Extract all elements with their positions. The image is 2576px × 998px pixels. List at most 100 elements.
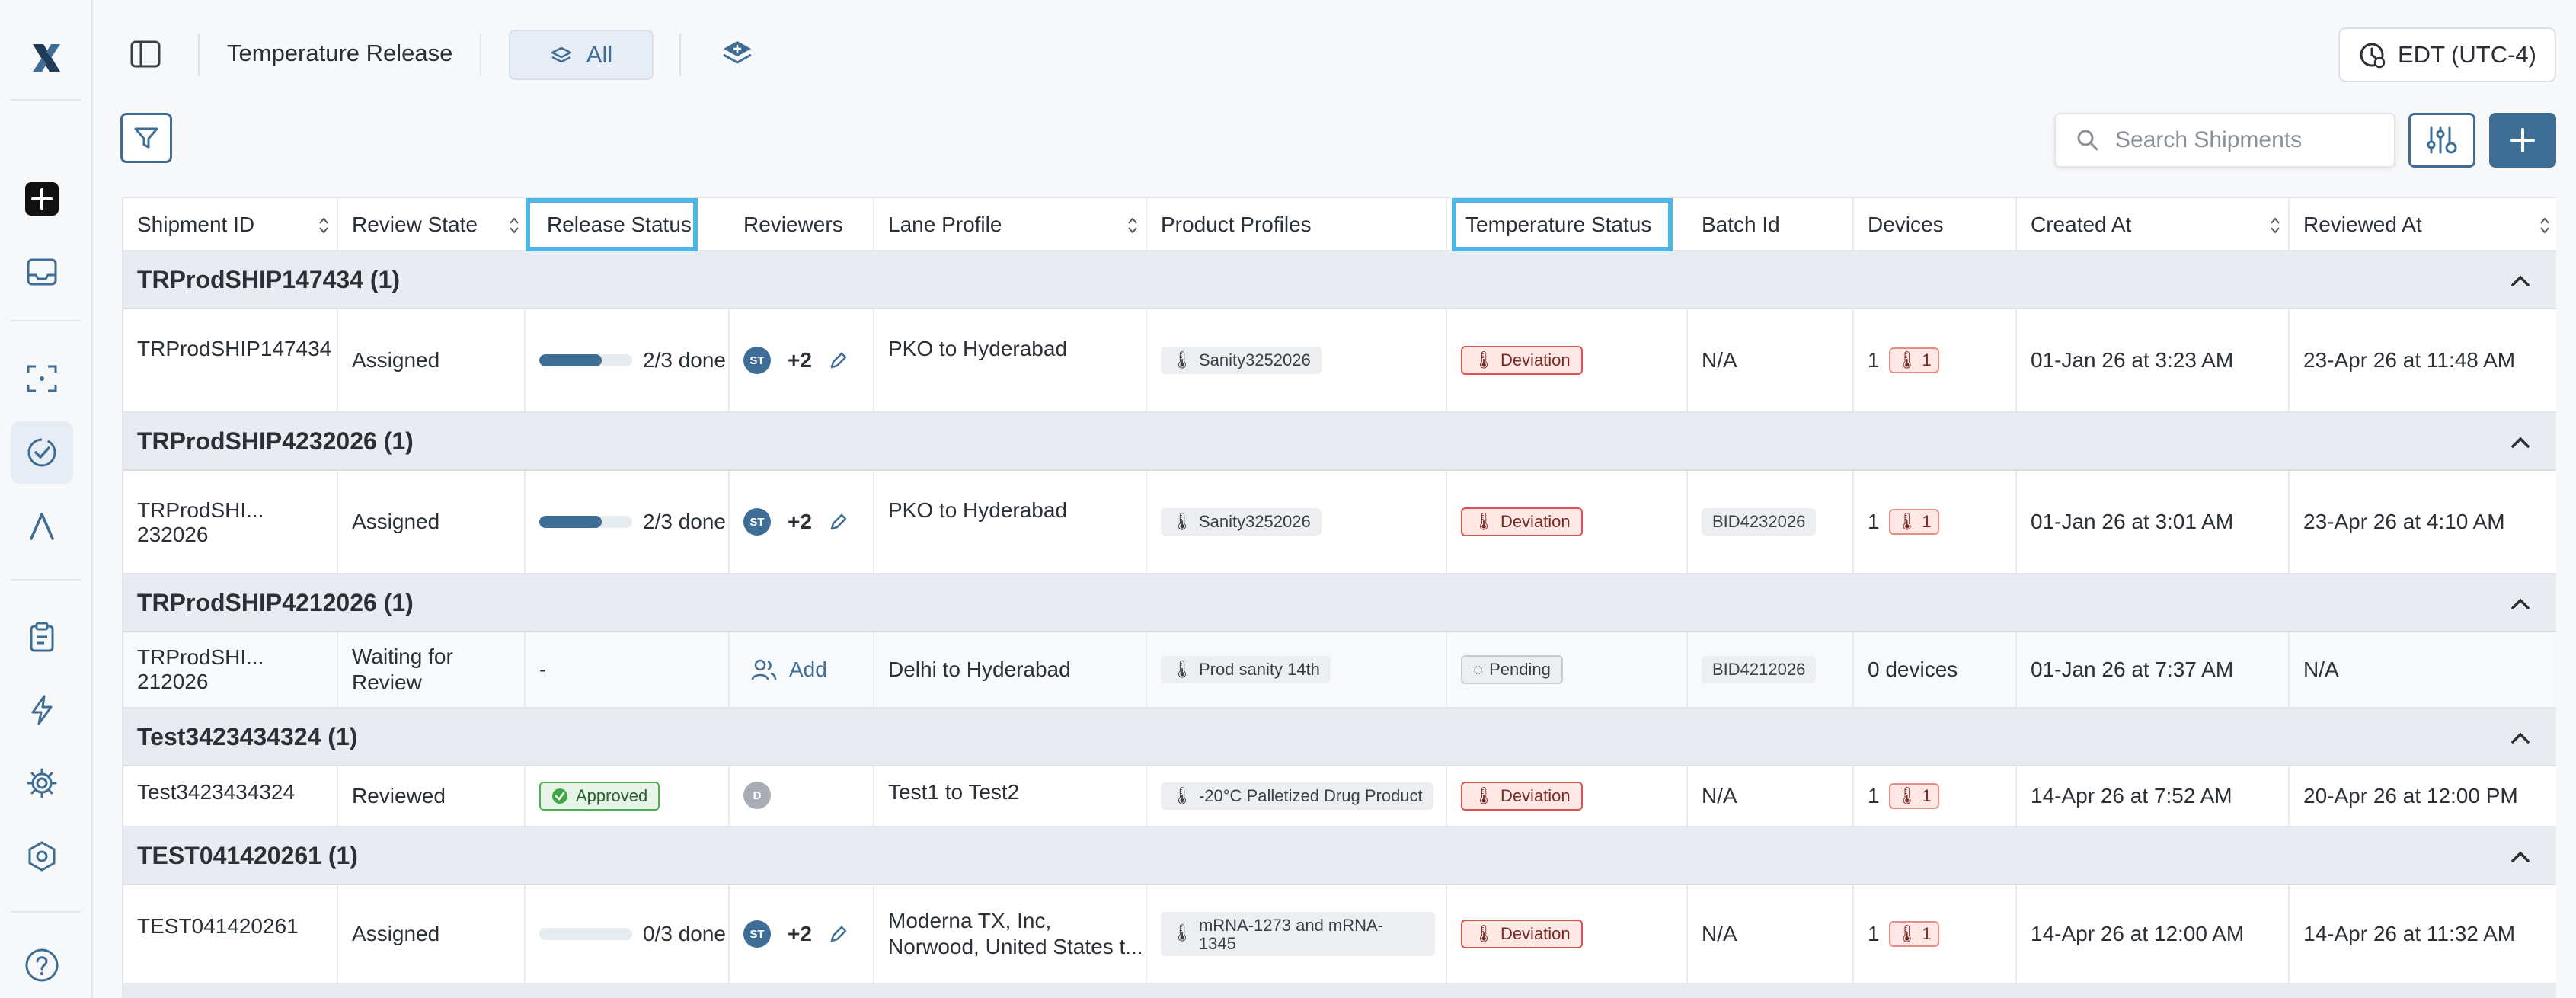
col-label: Lane Profile xyxy=(888,213,1002,236)
edit-icon[interactable] xyxy=(829,512,849,532)
col-shipment-id[interactable]: Shipment ID xyxy=(123,198,338,251)
product-chip[interactable]: 🌡 -20°C Palletized Drug Product xyxy=(1161,782,1433,810)
table-row[interactable]: Test3423434324 Reviewed Approved D Test1… xyxy=(123,766,2556,827)
devices-count: 1 xyxy=(1868,348,1880,372)
chevron-up-icon[interactable] xyxy=(2509,727,2532,750)
lane-line: Moderna TX, Inc, xyxy=(888,909,1052,932)
reviewer-more[interactable]: +2 xyxy=(788,348,812,373)
create-icon[interactable] xyxy=(11,168,73,230)
reviewer-more[interactable]: +2 xyxy=(788,922,812,946)
avatar[interactable]: ST xyxy=(743,920,771,948)
bolt-icon[interactable] xyxy=(11,679,73,741)
pending-label: Pending xyxy=(1489,660,1551,679)
gear-icon[interactable] xyxy=(11,752,73,814)
product-chip[interactable]: 🌡 Sanity3252026 xyxy=(1161,347,1322,374)
table-row[interactable]: TRProdSHIP147434 Assigned 2/3 done ST +2… xyxy=(123,309,2556,413)
product-chip-label: Sanity3252026 xyxy=(1198,512,1311,531)
chevron-up-icon[interactable] xyxy=(2509,593,2532,616)
add-shipment-button[interactable] xyxy=(2489,113,2556,168)
sidebar-toggle-icon[interactable] xyxy=(129,38,161,70)
cell-lane-profile: PKO to Hyderabad xyxy=(874,471,1147,573)
thermometer-icon: 🌡 xyxy=(1896,786,1918,805)
col-product-profiles[interactable]: Product Profiles xyxy=(1147,198,1447,251)
cell-batch-id: BID4212026 xyxy=(1688,632,1854,707)
add-reviewer-button[interactable]: Add xyxy=(743,657,827,682)
group-title: TRProdSHIP4212026 (1) xyxy=(137,588,414,616)
cell-lane-profile: PKO to Hyderabad xyxy=(874,309,1147,411)
logo-icon[interactable] xyxy=(14,34,79,82)
product-chip[interactable]: 🌡 Prod sanity 14th xyxy=(1161,656,1331,683)
product-chip[interactable]: 🌡 mRNA-1273 and mRNA- 1345 xyxy=(1161,912,1435,956)
search-box[interactable] xyxy=(2054,113,2395,168)
clipboard-icon[interactable] xyxy=(11,606,73,668)
rail-divider xyxy=(11,911,81,913)
deviation-label: Deviation xyxy=(1500,350,1571,369)
filter-button[interactable] xyxy=(120,113,172,163)
search-input[interactable] xyxy=(2115,127,2389,153)
col-lane-profile[interactable]: Lane Profile xyxy=(874,198,1147,251)
lane-icon[interactable] xyxy=(11,495,73,558)
deviation-label: Deviation xyxy=(1500,786,1571,805)
col-batch-id[interactable]: Batch Id xyxy=(1688,198,1854,251)
search-icon xyxy=(2077,130,2098,151)
table-row[interactable]: TRProdSHI... 232026 Assigned 2/3 done ST… xyxy=(123,471,2556,574)
product-chip[interactable]: 🌡 Sanity3252026 xyxy=(1161,508,1322,536)
scan-icon[interactable] xyxy=(11,347,73,410)
cell-created-at: 01-Jan 26 at 3:01 AM xyxy=(2017,471,2290,573)
cell-shipment-id[interactable]: TRProdSHI... 212026 xyxy=(123,632,338,707)
sort-icon[interactable] xyxy=(1127,215,1138,236)
chevron-up-icon[interactable] xyxy=(2509,846,2532,868)
avatar[interactable]: D xyxy=(743,782,771,809)
edit-icon[interactable] xyxy=(829,924,849,944)
toolbar-divider xyxy=(480,34,481,76)
sort-icon[interactable] xyxy=(2270,215,2280,236)
avatar[interactable]: ST xyxy=(743,347,771,374)
col-devices[interactable]: Devices xyxy=(1854,198,2017,251)
sort-icon[interactable] xyxy=(2539,215,2550,236)
users-icon xyxy=(751,659,777,680)
sort-icon[interactable] xyxy=(318,215,329,236)
chevron-up-icon[interactable] xyxy=(2509,270,2532,293)
col-label: Batch Id xyxy=(1702,213,1780,236)
view-all-button[interactable]: All xyxy=(509,30,654,80)
table-row[interactable]: TRProdSHI... 212026 Waiting for Review -… xyxy=(123,632,2556,709)
edit-icon[interactable] xyxy=(829,350,849,370)
col-temperature-status[interactable]: Temperature Status xyxy=(1452,198,1673,251)
col-review-state[interactable]: Review State xyxy=(338,198,529,251)
column-settings-button[interactable] xyxy=(2408,113,2475,168)
cell-release-status: Approved xyxy=(526,766,730,826)
cell-shipment-id[interactable]: TRProdSHI... 232026 xyxy=(123,471,338,573)
review-icon[interactable] xyxy=(11,421,73,484)
table-row[interactable]: TEST041420261 Assigned 0/3 done ST +2 Mo… xyxy=(123,885,2556,984)
check-circle-icon xyxy=(552,788,567,804)
col-reviewers[interactable]: Reviewers xyxy=(730,198,874,251)
cell-shipment-id[interactable]: Test3423434324 xyxy=(123,766,338,826)
device-alert-badge: 🌡 1 xyxy=(1888,783,1939,809)
device-alert-count: 1 xyxy=(1922,512,1932,531)
next-group-peek xyxy=(123,984,2556,998)
col-created-at[interactable]: Created At xyxy=(2017,198,2290,251)
group-header[interactable]: TRProdSHIP4232026 (1) xyxy=(123,413,2556,471)
avatar[interactable]: ST xyxy=(743,508,771,536)
thermometer-icon: 🌡 xyxy=(1896,924,1918,943)
timezone-button[interactable]: EDT (UTC-4) xyxy=(2338,27,2556,82)
help-icon[interactable] xyxy=(11,934,73,996)
devices-count: 1 xyxy=(1868,510,1880,533)
cell-shipment-id[interactable]: TRProdSHIP147434 xyxy=(123,309,338,411)
sort-icon[interactable] xyxy=(509,215,519,236)
group-header[interactable]: TEST041420261 (1) xyxy=(123,827,2556,885)
group-header[interactable]: TRProdSHIP147434 (1) xyxy=(123,251,2556,309)
inbox-icon[interactable] xyxy=(11,241,73,303)
release-progress-label: 0/3 done xyxy=(643,922,726,945)
reviewer-more[interactable]: +2 xyxy=(788,510,812,534)
thermometer-icon: 🌡 xyxy=(1171,660,1193,679)
group-header[interactable]: TRProdSHIP4212026 (1) xyxy=(123,574,2556,632)
chevron-up-icon[interactable] xyxy=(2509,431,2532,454)
col-release-status[interactable]: Release Status xyxy=(526,198,698,251)
col-reviewed-at[interactable]: Reviewed At xyxy=(2290,198,2556,251)
group-header[interactable]: Test3423434324 (1) xyxy=(123,709,2556,766)
cell-shipment-id[interactable]: TEST041420261 xyxy=(123,885,338,983)
col-label: Reviewers xyxy=(743,213,843,236)
layers-add-icon[interactable] xyxy=(721,38,754,72)
shield-icon[interactable] xyxy=(11,825,73,888)
